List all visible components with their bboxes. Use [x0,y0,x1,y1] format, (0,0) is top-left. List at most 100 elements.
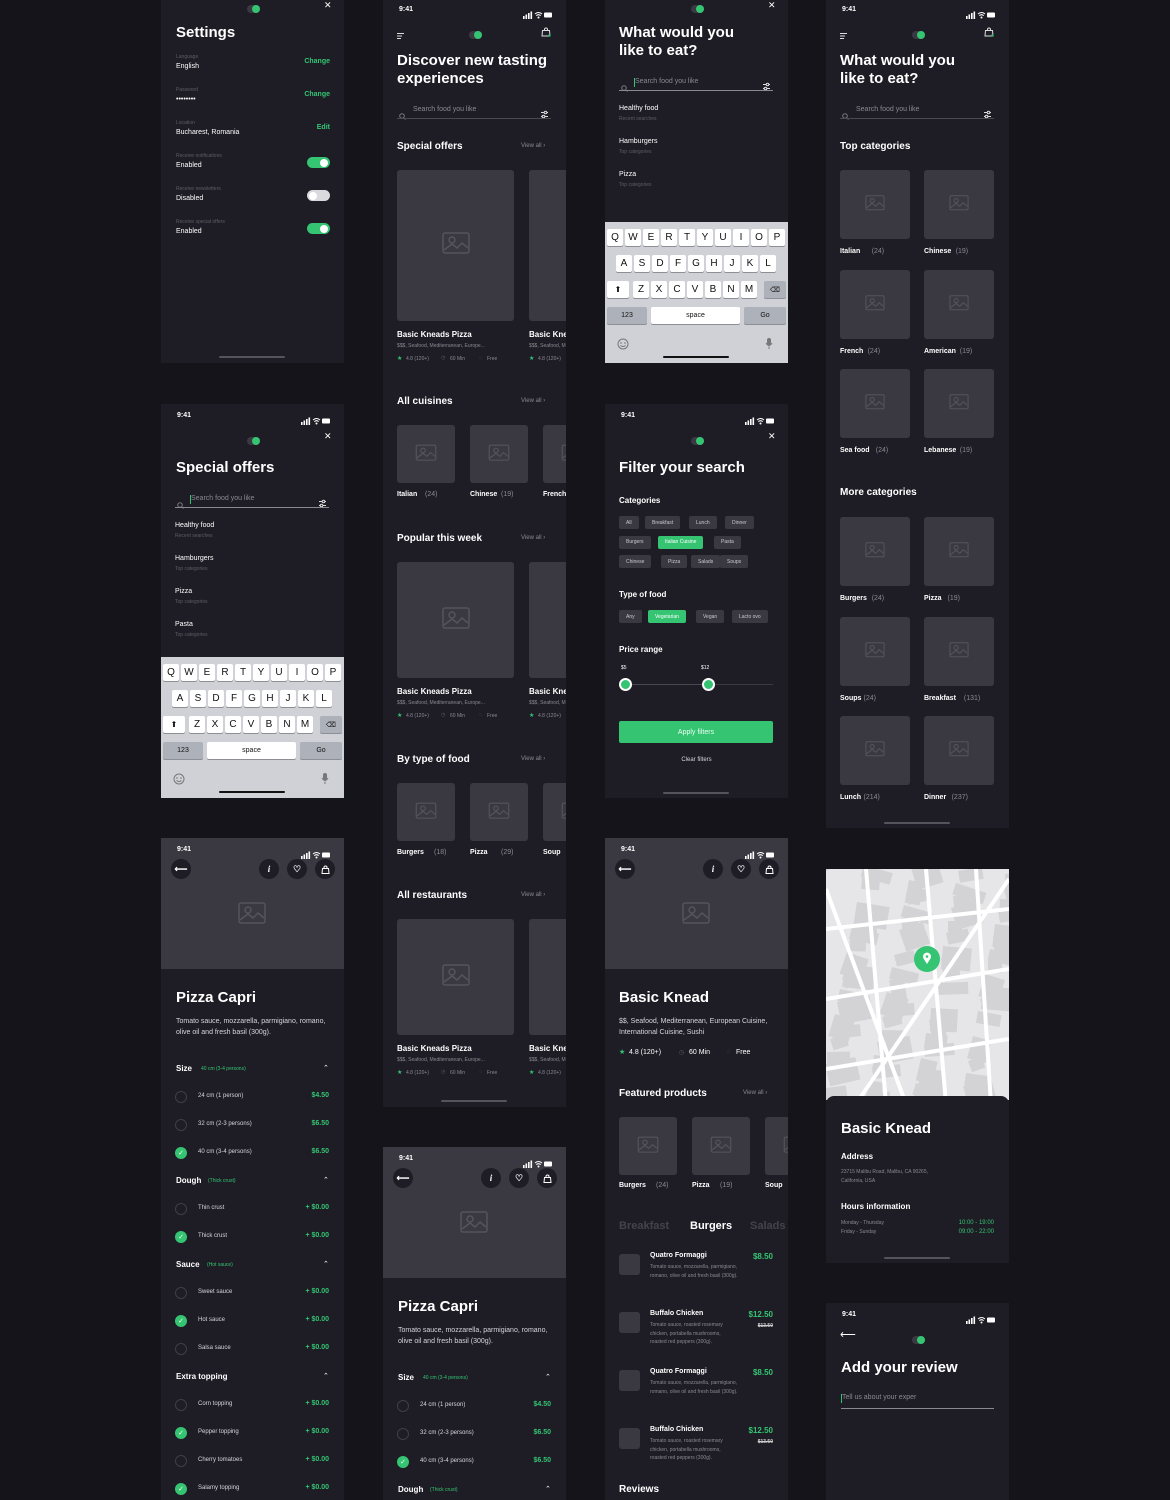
key-J[interactable]: J [280,690,296,707]
key-W[interactable]: W [181,664,197,681]
menu-tab[interactable]: Salads [750,1220,785,1232]
key-C[interactable]: C [225,716,241,733]
key-M[interactable]: M [297,716,313,733]
chevron-up-icon[interactable]: ⌃ [323,1260,329,1268]
favorite-button[interactable]: ♡ [731,859,751,879]
key-U[interactable]: U [271,664,287,681]
key-O[interactable]: O [751,229,767,246]
key-I[interactable]: I [289,664,305,681]
option-radio[interactable] [175,1399,187,1411]
key-E[interactable]: E [643,229,659,246]
chevron-up-icon[interactable]: ⌃ [323,1064,329,1072]
option-radio[interactable] [175,1091,187,1103]
view-all-link[interactable]: View all › [521,143,545,149]
search-input[interactable]: Search food you like [856,106,919,113]
category-chip[interactable]: Burgers [619,535,651,549]
close-icon[interactable]: ✕ [768,431,776,442]
option-radio[interactable] [397,1400,409,1412]
category-chip[interactable]: Dinner [725,516,754,529]
shift-key[interactable]: ⬆ [607,281,629,298]
key-K[interactable]: K [742,255,758,272]
info-button[interactable]: i [703,859,723,879]
category-chip[interactable]: Pasta [714,535,741,549]
back-button[interactable]: ⟵ [615,859,635,879]
cart-button[interactable] [537,1168,557,1188]
search-input[interactable]: Search food you like [635,78,698,85]
search-input[interactable]: Search food you like [191,495,254,502]
microphone-icon[interactable] [765,337,773,355]
go-key[interactable]: Go [744,307,786,324]
option-radio[interactable]: ✓ [175,1315,187,1327]
key-Y[interactable]: Y [253,664,269,681]
key-P[interactable]: P [769,229,785,246]
back-icon[interactable]: ⟵ [840,1328,856,1341]
key-R[interactable]: R [217,664,233,681]
key-H[interactable]: H [262,690,278,707]
key-N[interactable]: N [723,281,739,298]
close-icon[interactable]: ✕ [324,431,332,442]
key-G[interactable]: G [244,690,260,707]
space-key[interactable]: space [651,307,740,324]
back-button[interactable]: ⟵ [393,1168,413,1188]
key-S[interactable]: S [190,690,206,707]
key-F[interactable]: F [226,690,242,707]
key-I[interactable]: I [733,229,749,246]
filter-icon[interactable] [983,106,992,124]
category-chip[interactable]: Pizza [661,555,688,568]
favorite-button[interactable]: ♡ [287,859,307,879]
key-L[interactable]: L [760,255,776,272]
option-radio[interactable]: ✓ [175,1483,187,1495]
key-G[interactable]: G [688,255,704,272]
favorite-button[interactable]: ♡ [509,1168,529,1188]
option-radio[interactable] [397,1428,409,1440]
key-E[interactable]: E [199,664,215,681]
category-chip[interactable]: Salads [691,555,721,568]
menu-icon[interactable] [397,26,404,44]
toggle-switch[interactable] [307,223,330,234]
option-radio[interactable]: ✓ [175,1231,187,1243]
info-button[interactable]: i [481,1168,501,1188]
category-chip[interactable]: Soups [720,555,749,568]
key-D[interactable]: D [652,255,668,272]
key-J[interactable]: J [724,255,740,272]
view-all-link[interactable]: View all › [521,756,545,762]
option-radio[interactable] [175,1287,187,1299]
space-key[interactable]: space [207,742,296,759]
key-Q[interactable]: Q [607,229,623,246]
key-D[interactable]: D [208,690,224,707]
key-M[interactable]: M [741,281,757,298]
close-icon[interactable]: ✕ [324,0,332,11]
numbers-key[interactable]: 123 [163,742,203,759]
key-O[interactable]: O [307,664,323,681]
key-K[interactable]: K [298,690,314,707]
view-all-link[interactable]: View all › [743,1090,767,1096]
option-radio[interactable]: ✓ [175,1147,187,1159]
price-slider-thumb[interactable] [702,678,715,691]
key-Y[interactable]: Y [697,229,713,246]
food-type-chip[interactable]: Vegan [696,610,725,623]
review-input[interactable]: Tell us about your exper [842,1394,916,1401]
category-chip[interactable]: All [619,516,639,529]
key-B[interactable]: B [705,281,721,298]
key-H[interactable]: H [706,255,722,272]
key-X[interactable]: X [651,281,667,298]
setting-action-button[interactable]: Change [304,58,330,65]
key-T[interactable]: T [235,664,251,681]
key-U[interactable]: U [715,229,731,246]
key-A[interactable]: A [616,255,632,272]
setting-action-button[interactable]: Change [304,91,330,98]
map[interactable] [826,869,1009,1125]
key-Q[interactable]: Q [163,664,179,681]
key-L[interactable]: L [316,690,332,707]
key-Z[interactable]: Z [633,281,649,298]
price-slider-thumb[interactable] [619,678,632,691]
option-radio[interactable] [175,1119,187,1131]
option-radio[interactable] [175,1203,187,1215]
food-type-chip[interactable]: Vegetarian [648,610,686,623]
option-radio[interactable]: ✓ [397,1456,409,1468]
filter-icon[interactable] [762,78,771,96]
key-W[interactable]: W [625,229,641,246]
view-all-link[interactable]: View all › [521,398,545,404]
back-button[interactable]: ⟵ [171,859,191,879]
key-A[interactable]: A [172,690,188,707]
